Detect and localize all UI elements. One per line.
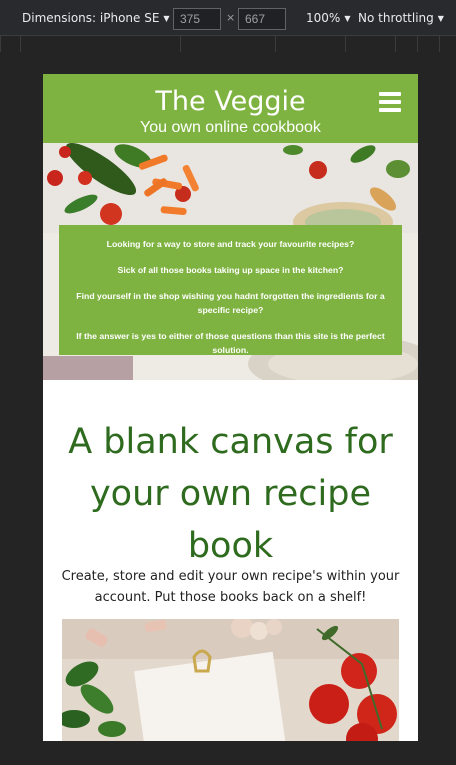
- chevron-down-icon: ▼: [437, 13, 444, 23]
- site-tagline: You own online cookbook: [140, 119, 321, 136]
- page-headline: A blank canvas for your own recipe book: [68, 422, 393, 566]
- intro-box: Looking for a way to store and track you…: [59, 225, 402, 355]
- throttling-label: No throttling: [358, 11, 434, 25]
- notepad-tomatoes-image: [62, 619, 399, 741]
- recipe-card-photo: [62, 619, 399, 741]
- intro-line: Looking for a way to store and track you…: [106, 239, 355, 249]
- hero-section: The Veggie You own online cookbook Looki…: [43, 74, 418, 380]
- dimensions-label: Dimensions: iPhone SE: [22, 11, 160, 25]
- device-viewport: The Veggie You own online cookbook Looki…: [43, 74, 418, 741]
- site-header: The Veggie You own online cookbook: [43, 74, 418, 143]
- chevron-down-icon: ▼: [163, 13, 170, 23]
- chevron-down-icon: ▼: [344, 13, 351, 23]
- zoom-label: 100%: [306, 11, 341, 25]
- zoom-dropdown[interactable]: 100% ▼: [306, 11, 350, 25]
- intro-line: Sick of all those books taking up space …: [117, 265, 344, 275]
- width-input[interactable]: [173, 8, 221, 30]
- height-input[interactable]: [238, 8, 286, 30]
- throttling-dropdown[interactable]: No throttling ▼: [358, 11, 444, 25]
- devtools-device-toolbar: Dimensions: iPhone SE ▼ × 100% ▼ No thro…: [0, 0, 456, 36]
- intro-line: If the answer is yes to either of those …: [76, 331, 385, 355]
- hamburger-menu-icon[interactable]: [379, 92, 401, 112]
- times-separator: ×: [226, 11, 236, 24]
- dimensions-dropdown[interactable]: Dimensions: iPhone SE ▼: [22, 11, 170, 25]
- intro-line: Find yourself in the shop wishing you ha…: [76, 291, 385, 315]
- site-title[interactable]: The Veggie: [43, 86, 418, 118]
- lead-paragraph: Create, store and edit your own recipe's…: [61, 569, 400, 605]
- main-content: A blank canvas for your own recipe book …: [43, 380, 418, 741]
- media-query-bar[interactable]: [0, 36, 456, 52]
